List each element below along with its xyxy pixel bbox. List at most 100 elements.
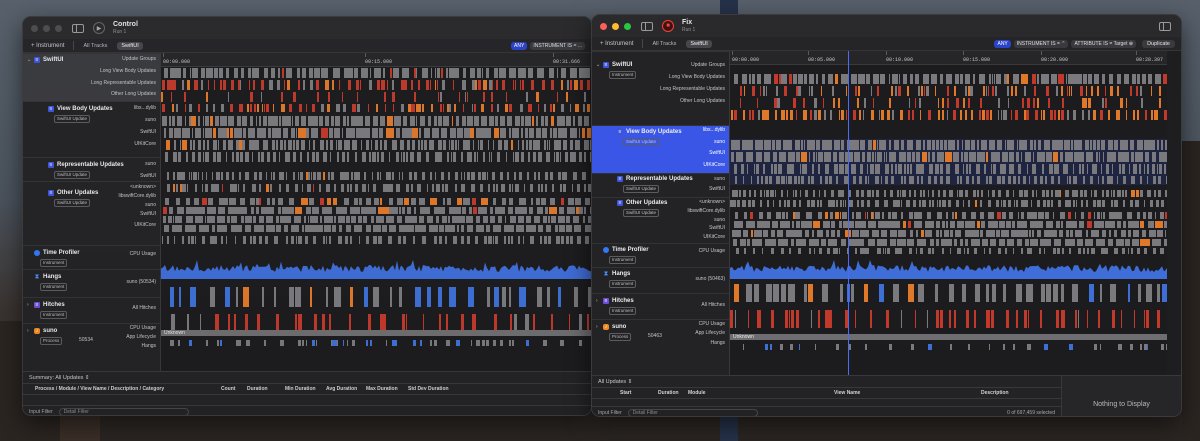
- event-mark[interactable]: [287, 216, 292, 223]
- event-mark[interactable]: [538, 152, 543, 162]
- event-mark[interactable]: [174, 68, 182, 78]
- event-mark[interactable]: [961, 140, 964, 150]
- event-mark[interactable]: [1145, 310, 1150, 328]
- event-mark[interactable]: [428, 116, 431, 126]
- event-mark[interactable]: [839, 212, 841, 219]
- event-mark[interactable]: [1143, 140, 1150, 150]
- event-mark[interactable]: [333, 184, 337, 192]
- event-mark[interactable]: [977, 221, 981, 228]
- event-mark[interactable]: [244, 225, 252, 232]
- event-mark[interactable]: [471, 172, 476, 180]
- event-mark[interactable]: [278, 116, 281, 126]
- event-mark[interactable]: [953, 110, 957, 120]
- event-mark[interactable]: [312, 340, 316, 346]
- event-mark[interactable]: [1098, 152, 1101, 162]
- event-mark[interactable]: [1083, 248, 1085, 254]
- event-mark[interactable]: [563, 172, 568, 180]
- event-mark[interactable]: [461, 80, 466, 90]
- event-mark[interactable]: [959, 176, 963, 184]
- event-mark[interactable]: [824, 110, 827, 120]
- event-mark[interactable]: [478, 207, 487, 214]
- event-mark[interactable]: [198, 104, 200, 112]
- event-mark[interactable]: [914, 190, 916, 197]
- event-mark[interactable]: [1006, 190, 1010, 197]
- event-mark[interactable]: [397, 236, 401, 244]
- event-mark[interactable]: [508, 116, 512, 126]
- event-mark[interactable]: [1008, 152, 1015, 162]
- event-mark[interactable]: [867, 176, 870, 184]
- event-mark[interactable]: [747, 239, 751, 246]
- event-mark[interactable]: [1038, 140, 1041, 150]
- event-mark[interactable]: [838, 248, 841, 254]
- event-mark[interactable]: [371, 172, 373, 180]
- event-mark[interactable]: [786, 190, 788, 197]
- event-mark[interactable]: [816, 74, 819, 84]
- event-mark[interactable]: [284, 225, 288, 232]
- event-mark[interactable]: [586, 80, 590, 90]
- timeline-ruler[interactable]: 00:00.000 00:05.000 00:10.000 00:15.000 00:2…: [730, 51, 1167, 65]
- event-mark[interactable]: [1157, 140, 1159, 150]
- track-title-hitches[interactable]: › ≡ Hitches: [596, 298, 634, 304]
- event-mark[interactable]: [380, 116, 386, 126]
- event-mark[interactable]: [350, 116, 356, 126]
- event-mark[interactable]: [500, 116, 506, 126]
- event-mark[interactable]: [535, 116, 539, 126]
- event-mark[interactable]: [756, 152, 762, 162]
- event-mark[interactable]: [857, 98, 860, 108]
- event-mark[interactable]: [836, 230, 841, 237]
- event-mark[interactable]: [1061, 248, 1064, 254]
- event-mark[interactable]: [354, 198, 359, 205]
- event-mark[interactable]: [1161, 140, 1163, 150]
- event-mark[interactable]: [808, 239, 820, 246]
- event-mark[interactable]: [1059, 230, 1063, 237]
- event-mark[interactable]: [871, 230, 879, 237]
- event-mark[interactable]: [477, 152, 479, 162]
- event-mark[interactable]: [400, 152, 403, 162]
- event-mark[interactable]: [940, 310, 943, 328]
- event-mark[interactable]: [475, 216, 481, 223]
- event-mark[interactable]: [1089, 284, 1095, 302]
- event-mark[interactable]: [937, 200, 939, 207]
- event-mark[interactable]: [300, 152, 303, 162]
- event-mark[interactable]: [487, 140, 490, 150]
- event-mark[interactable]: [809, 74, 814, 84]
- event-mark[interactable]: [312, 140, 316, 150]
- event-mark[interactable]: [980, 212, 985, 219]
- event-mark[interactable]: [495, 207, 506, 214]
- event-mark[interactable]: [444, 184, 449, 192]
- event-mark[interactable]: [1002, 284, 1007, 302]
- event-mark[interactable]: [406, 207, 412, 214]
- event-mark[interactable]: [312, 184, 314, 192]
- event-mark[interactable]: [353, 172, 358, 180]
- event-mark[interactable]: [549, 207, 557, 214]
- event-mark[interactable]: [963, 248, 966, 254]
- event-mark[interactable]: [1113, 140, 1118, 150]
- event-mark[interactable]: [257, 128, 266, 138]
- event-mark[interactable]: [191, 152, 195, 162]
- event-mark[interactable]: [570, 236, 574, 244]
- event-mark[interactable]: [515, 207, 527, 214]
- event-mark[interactable]: [820, 86, 823, 96]
- event-mark[interactable]: [1139, 239, 1150, 246]
- event-mark[interactable]: [207, 140, 210, 150]
- event-mark[interactable]: [788, 310, 791, 328]
- event-mark[interactable]: [185, 225, 197, 232]
- event-mark[interactable]: [433, 207, 446, 214]
- event-mark[interactable]: [1007, 86, 1010, 96]
- event-mark[interactable]: [1038, 212, 1045, 219]
- event-mark[interactable]: [523, 184, 526, 192]
- event-mark[interactable]: [173, 152, 177, 162]
- event-mark[interactable]: [285, 236, 289, 244]
- event-mark[interactable]: [904, 176, 907, 184]
- event-mark[interactable]: [1102, 190, 1104, 197]
- event-mark[interactable]: [769, 344, 772, 350]
- event-mark[interactable]: [991, 152, 1000, 162]
- event-mark[interactable]: [164, 225, 169, 232]
- event-mark[interactable]: [890, 176, 894, 184]
- event-mark[interactable]: [175, 198, 180, 205]
- event-mark[interactable]: [536, 140, 540, 150]
- event-mark[interactable]: [459, 92, 460, 102]
- event-mark[interactable]: [1087, 248, 1089, 254]
- event-mark[interactable]: [169, 287, 175, 307]
- event-mark[interactable]: [915, 98, 917, 108]
